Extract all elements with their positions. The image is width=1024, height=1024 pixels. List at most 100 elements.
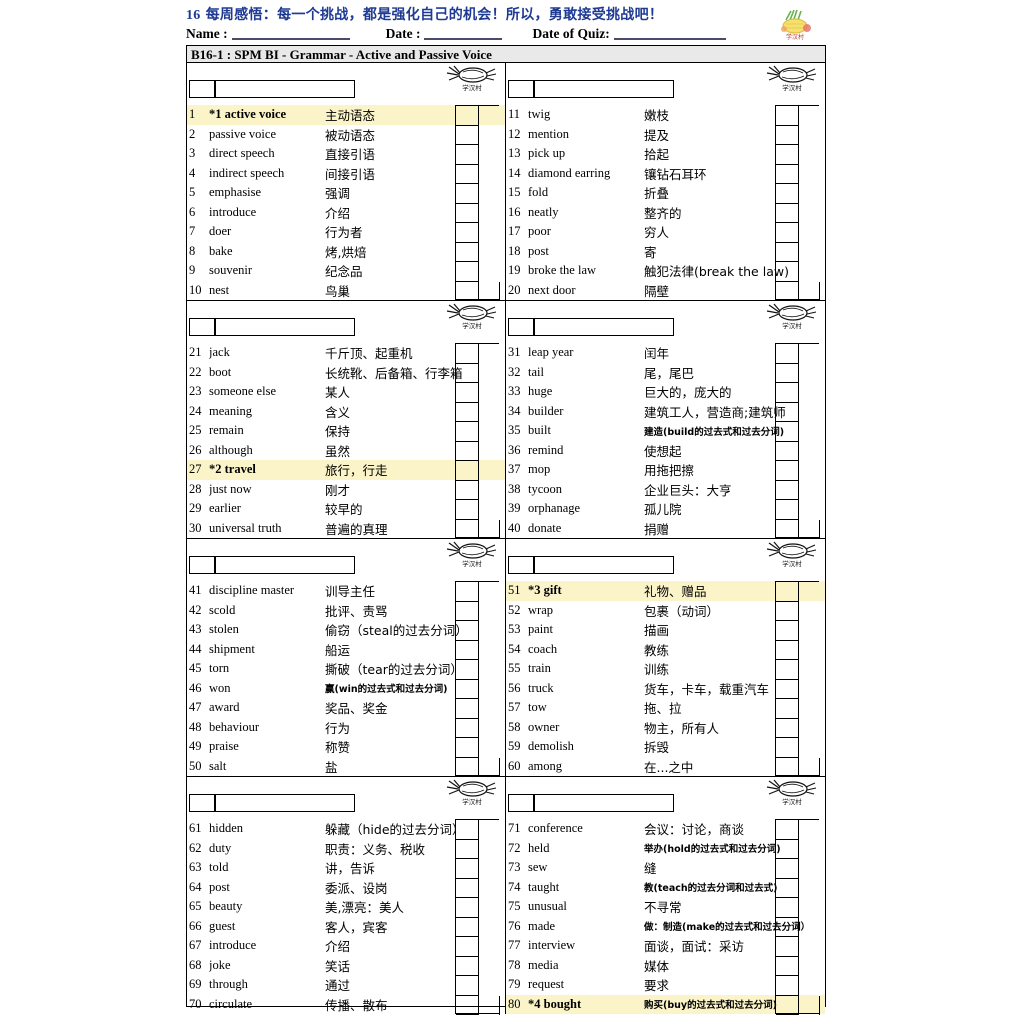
row-number: 21: [189, 345, 202, 360]
chinese-meaning: 介绍: [325, 205, 351, 221]
row-number: 14: [508, 165, 521, 180]
header-code-box[interactable]: [189, 80, 215, 98]
table-row: 25 remain 保持: [187, 421, 505, 441]
block-1-right-half: 学汉村 11 twig 嫩枝 12 mention 提及 13 pick up 拾起 14 diamo…: [506, 63, 825, 301]
quiz-date-input[interactable]: [613, 26, 726, 40]
header-title-box[interactable]: [534, 794, 674, 812]
table-row: 57 tow 拖、拉: [506, 698, 825, 718]
row-number: 58: [508, 719, 521, 734]
english-word: next door: [528, 282, 576, 297]
table-row: 65 beauty 美,漂亮：美人: [187, 897, 505, 917]
block-header-strip: 学汉村: [187, 539, 505, 581]
table-row: 53 paint 描画: [506, 620, 825, 640]
row-number: 71: [508, 821, 521, 836]
english-word: earlier: [209, 501, 241, 516]
table-row: 37 mop 用拖把擦: [506, 460, 825, 480]
header-code-box[interactable]: [508, 318, 534, 336]
block-3-left-half: 学汉村 41 discipline master 训导主任 42 scold 批评、责骂 43…: [187, 539, 506, 777]
name-input[interactable]: [231, 26, 350, 40]
english-word: stolen: [209, 622, 239, 637]
row-number: 77: [508, 938, 521, 953]
english-word: circulate: [209, 996, 253, 1011]
table-row: 68 joke 笑话: [187, 956, 505, 976]
header-code-box[interactable]: [189, 318, 215, 336]
word-row-list: 1 *1 active voice 主动语态 2 passive voice 被动语态 3 d…: [187, 105, 505, 301]
school-watermark-icon: 学汉村: [445, 540, 499, 570]
english-word: taught: [528, 879, 560, 894]
row-number: 30: [189, 520, 202, 535]
header-title-box[interactable]: [215, 80, 355, 98]
school-watermark-icon: 学汉村: [445, 64, 499, 94]
svg-text:学汉村: 学汉村: [462, 83, 482, 92]
english-word: held: [528, 840, 550, 855]
chinese-meaning: 职责：义务、税收: [325, 841, 426, 857]
brand-logo-icon: 学汉村: [764, 8, 828, 44]
svg-text:学汉村: 学汉村: [462, 321, 482, 330]
svg-text:学汉村: 学汉村: [462, 797, 482, 806]
date-input[interactable]: [424, 26, 503, 40]
header-code-box[interactable]: [508, 556, 534, 574]
row-number: 50: [189, 758, 202, 773]
header-code-box[interactable]: [189, 794, 215, 812]
table-row: 2 passive voice 被动语态: [187, 125, 505, 145]
chinese-meaning: 折叠: [644, 186, 670, 202]
table-row: 20 next door 隔壁: [506, 281, 825, 301]
row-number: 39: [508, 501, 521, 516]
chinese-meaning: 巨大的，庞大的: [644, 385, 732, 401]
header-title-box[interactable]: [534, 80, 674, 98]
header-code-box[interactable]: [189, 556, 215, 574]
row-number: 2: [189, 126, 196, 141]
header-code-box[interactable]: [508, 794, 534, 812]
row-number: 15: [508, 185, 521, 200]
row-number: 66: [189, 918, 202, 933]
row-number: 47: [189, 700, 202, 715]
chinese-meaning: 嫩枝: [644, 108, 670, 124]
header-title-box[interactable]: [534, 556, 674, 574]
row-number: 1: [189, 107, 196, 122]
english-word: souvenir: [209, 263, 253, 278]
chinese-meaning: 寄: [644, 244, 657, 260]
block-header-strip: 学汉村: [506, 301, 825, 343]
school-watermark-icon: 学汉村: [445, 778, 499, 808]
weekly-motto-banner: 16 每周感悟：每一个挑战，都是强化自己的机会！所以，勇敢接受挑战吧！: [186, 4, 836, 24]
english-word: through: [209, 977, 248, 992]
row-number: 26: [189, 442, 202, 457]
school-watermark-icon: 学汉村: [765, 778, 819, 808]
header-title-box[interactable]: [215, 318, 355, 336]
row-number: 24: [189, 403, 202, 418]
motto-text: 每周感悟：每一个挑战，都是强化自己的机会！所以，勇敢接受挑战吧！: [205, 8, 664, 23]
chinese-meaning: 整齐的: [644, 205, 682, 221]
table-row: 64 post 委派、设岗: [187, 878, 505, 898]
word-row-list: 21 jack 千斤顶、起重机 22 boot 长统靴、后备箱、行李箱 23 someone …: [187, 343, 505, 539]
row-number: 56: [508, 680, 521, 695]
header-code-box[interactable]: [508, 80, 534, 98]
chinese-meaning: 纪念品: [325, 264, 363, 280]
row-number: 67: [189, 938, 202, 953]
english-word: nest: [209, 282, 230, 297]
chinese-meaning: 躲藏（hide的过去分词）: [325, 822, 465, 838]
row-number: 11: [508, 107, 521, 122]
header-title-box[interactable]: [534, 318, 674, 336]
row-number: 69: [189, 977, 202, 992]
english-word: train: [528, 661, 551, 676]
english-word: passive voice: [209, 126, 276, 141]
chinese-meaning: 批评、责骂: [325, 603, 388, 619]
block-4-right-half: 学汉村 71 conference 会议：讨论，商谈 72 held 举办(hold的过去式…: [506, 777, 825, 1015]
header-title-box[interactable]: [215, 794, 355, 812]
chinese-meaning: 教(teach的过去分词和过去式): [644, 883, 778, 895]
english-word: won: [209, 680, 231, 695]
school-watermark-icon: 学汉村: [445, 302, 499, 332]
word-block-3: 学汉村 41 discipline master 训导主任 42 scold 批评、责骂 43…: [187, 538, 825, 777]
table-row: 28 just now 刚才: [187, 480, 505, 500]
chinese-meaning: 刚才: [325, 482, 351, 498]
row-number: 28: [189, 481, 202, 496]
chinese-meaning: 包裹（动词）: [644, 603, 720, 619]
header-title-box[interactable]: [215, 556, 355, 574]
table-row: 34 builder 建筑工人，营造商;建筑师: [506, 402, 825, 422]
svg-text:学汉村: 学汉村: [786, 33, 804, 41]
table-row: 69 through 通过: [187, 975, 505, 995]
chinese-meaning: 偷窃（steal的过去分词）: [325, 623, 468, 639]
english-word: paint: [528, 622, 553, 637]
row-number: 74: [508, 879, 521, 894]
english-word: broke the law: [528, 263, 597, 278]
